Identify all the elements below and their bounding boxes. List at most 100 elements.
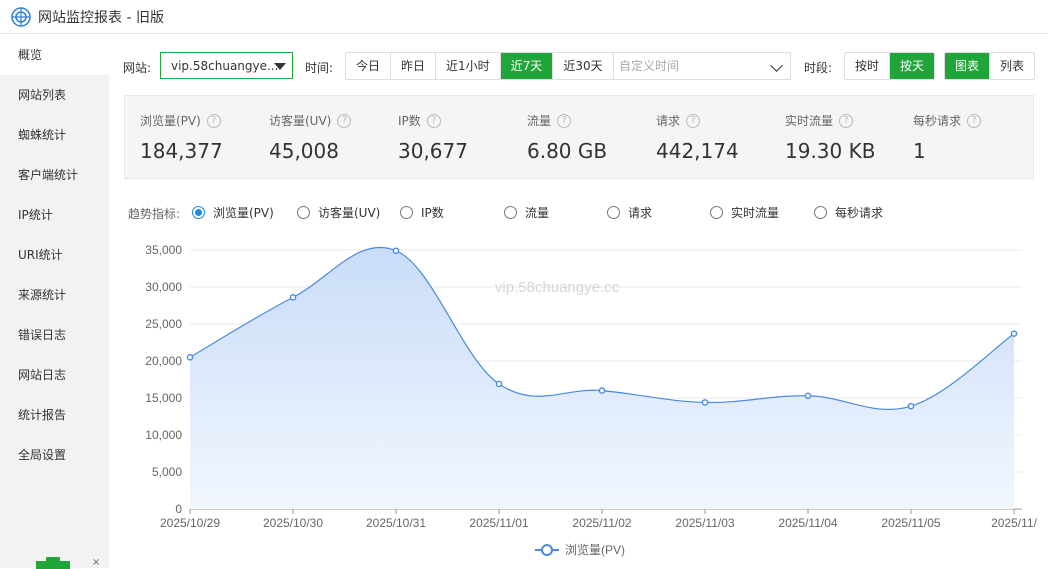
x-tick-label: 2025/10/29 bbox=[160, 516, 220, 530]
data-point bbox=[392, 247, 400, 255]
trend-radio-requests[interactable]: 请求 bbox=[607, 204, 652, 221]
sidebar-item-site-list[interactable]: 网站列表 bbox=[0, 75, 109, 115]
y-tick-label: 15,000 bbox=[145, 391, 182, 405]
x-tick-label: 2025/11/03 bbox=[675, 516, 734, 530]
radio-icon bbox=[607, 206, 620, 219]
time-7days-button[interactable]: 近7天 bbox=[500, 53, 554, 79]
custom-time-picker[interactable]: 自定义时间 bbox=[609, 52, 791, 80]
time-range-group: 今日 昨日 近1小时 近7天 近30天 bbox=[345, 52, 614, 80]
sidebar-item-error-log[interactable]: 错误日志 bbox=[0, 315, 109, 355]
period-group: 按时 按天 bbox=[844, 52, 936, 80]
stat-name: 实时流量 bbox=[785, 114, 834, 128]
time-today-button[interactable]: 今日 bbox=[346, 53, 392, 79]
sidebar-item-client-stats[interactable]: 客户端统计 bbox=[0, 155, 109, 195]
help-icon[interactable]: ? bbox=[426, 113, 441, 128]
data-point bbox=[186, 354, 194, 361]
stat-name: 访客量(UV) bbox=[269, 114, 332, 128]
period-day-button[interactable]: 按天 bbox=[890, 53, 935, 79]
view-list-button[interactable]: 列表 bbox=[990, 53, 1035, 79]
radio-label: 访客量(UV) bbox=[318, 206, 381, 220]
help-icon[interactable]: ? bbox=[967, 113, 982, 128]
trend-selector: 趋势指标: 浏览量(PV) 访客量(UV) IP数 流量 请求 实时流量 每秒请… bbox=[128, 203, 1028, 221]
help-icon[interactable]: ? bbox=[839, 113, 854, 128]
data-point bbox=[1010, 330, 1018, 337]
radio-icon bbox=[192, 206, 205, 219]
sidebar: 概览 网站列表 蜘蛛统计 客户端统计 IP统计 URI统计 来源统计 错误日志 … bbox=[0, 35, 109, 569]
data-point bbox=[495, 380, 503, 388]
sidebar-item-ip-stats[interactable]: IP统计 bbox=[0, 195, 109, 235]
chart-watermark: vip.58chuangye.cc bbox=[495, 279, 620, 296]
stat-value: 19.30 KB bbox=[785, 139, 876, 163]
stat-value: 45,008 bbox=[269, 139, 339, 163]
legend-marker bbox=[541, 544, 553, 556]
radio-label: 实时流量 bbox=[731, 206, 780, 220]
stat-value: 442,174 bbox=[656, 139, 739, 163]
y-tick-label: 0 bbox=[175, 502, 182, 516]
data-point bbox=[907, 402, 915, 410]
stat-name: 流量 bbox=[527, 114, 552, 128]
stat-value: 30,677 bbox=[398, 139, 468, 163]
time-yesterday-button[interactable]: 昨日 bbox=[391, 53, 437, 79]
legend-label: 浏览量(PV) bbox=[565, 542, 625, 557]
trend-label: 趋势指标: bbox=[128, 207, 181, 221]
caret-down-icon bbox=[274, 63, 286, 70]
title-bar: 网站监控报表 - 旧版 bbox=[0, 0, 1048, 34]
y-tick-label: 20,000 bbox=[145, 354, 182, 368]
stats-panel: 浏览量(PV)? 184,377 访客量(UV)? 45,008 IP数? 30… bbox=[124, 95, 1034, 179]
y-tick-label: 30,000 bbox=[145, 280, 182, 294]
trend-chart: 0 5,000 10,000 15,000 20,000 25,000 30,000 35,0… bbox=[124, 235, 1048, 568]
site-select[interactable]: vip.58chuangye... bbox=[160, 52, 293, 79]
x-tick-label: 2025/10/31 bbox=[366, 516, 426, 530]
x-tick-label: 2025/11/01 bbox=[469, 516, 528, 530]
radio-icon bbox=[400, 206, 413, 219]
radio-icon bbox=[297, 206, 310, 219]
time-30days-button[interactable]: 近30天 bbox=[553, 53, 613, 79]
radio-label: 浏览量(PV) bbox=[213, 206, 274, 220]
close-icon[interactable]: × bbox=[92, 557, 100, 568]
trend-radio-uv[interactable]: 访客量(UV) bbox=[297, 204, 380, 221]
help-icon[interactable]: ? bbox=[686, 113, 701, 128]
site-label: 网站: bbox=[123, 61, 152, 75]
radio-icon bbox=[504, 206, 517, 219]
trend-radio-rps[interactable]: 每秒请求 bbox=[814, 204, 883, 221]
trend-radio-pv[interactable]: 浏览量(PV) bbox=[192, 204, 274, 221]
radio-icon bbox=[710, 206, 723, 219]
period-hour-button[interactable]: 按时 bbox=[845, 53, 891, 79]
radio-icon bbox=[814, 206, 827, 219]
data-point bbox=[598, 387, 606, 394]
radio-label: IP数 bbox=[421, 206, 444, 220]
data-point bbox=[701, 399, 709, 406]
time-label: 时间: bbox=[305, 61, 334, 75]
stat-name: 请求 bbox=[656, 114, 681, 128]
trend-radio-traffic[interactable]: 流量 bbox=[504, 204, 549, 221]
monitor-logo-icon bbox=[11, 6, 31, 27]
view-chart-button[interactable]: 图表 bbox=[945, 53, 991, 79]
sidebar-item-uri-stats[interactable]: URI统计 bbox=[0, 235, 109, 275]
radio-label: 流量 bbox=[525, 206, 550, 220]
sidebar-item-site-log[interactable]: 网站日志 bbox=[0, 355, 109, 395]
window-title: 网站监控报表 - 旧版 bbox=[38, 9, 164, 26]
x-tick-label: 2025/11/ bbox=[991, 516, 1037, 530]
custom-time-placeholder: 自定义时间 bbox=[619, 59, 680, 73]
sidebar-item-overview[interactable]: 概览 bbox=[0, 35, 109, 75]
help-icon[interactable]: ? bbox=[557, 113, 572, 128]
sidebar-item-spider-stats[interactable]: 蜘蛛统计 bbox=[0, 115, 109, 155]
trend-radio-realtime[interactable]: 实时流量 bbox=[710, 204, 779, 221]
y-tick-label: 35,000 bbox=[145, 243, 182, 257]
period-label: 时段: bbox=[804, 61, 833, 75]
data-point bbox=[289, 294, 297, 301]
sidebar-item-referer-stats[interactable]: 来源统计 bbox=[0, 275, 109, 315]
trend-radio-ip[interactable]: IP数 bbox=[400, 204, 444, 221]
stat-value: 184,377 bbox=[140, 139, 223, 163]
stat-value: 1 bbox=[913, 139, 926, 163]
sidebar-item-report[interactable]: 统计报告 bbox=[0, 395, 109, 435]
help-icon[interactable]: ? bbox=[206, 113, 221, 128]
time-1hour-button[interactable]: 近1小时 bbox=[436, 53, 501, 79]
view-mode-group: 图表 列表 bbox=[944, 52, 1036, 80]
trend-chart-svg: 0 5,000 10,000 15,000 20,000 25,000 30,000 35,0… bbox=[145, 243, 1037, 557]
help-icon[interactable]: ? bbox=[337, 113, 352, 128]
toolbox-icon[interactable] bbox=[32, 555, 74, 569]
x-tick-label: 2025/11/05 bbox=[881, 516, 940, 530]
sidebar-item-global-settings[interactable]: 全局设置 bbox=[0, 435, 109, 475]
y-tick-label: 25,000 bbox=[145, 317, 182, 331]
